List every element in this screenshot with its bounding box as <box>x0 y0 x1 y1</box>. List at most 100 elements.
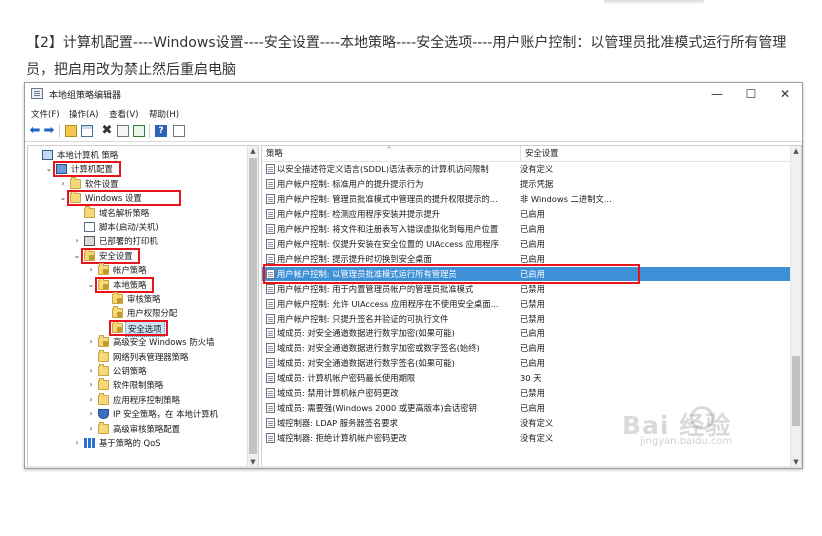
tree-node[interactable]: 脚本(启动/关机) <box>28 220 246 234</box>
tree-node[interactable]: › 已部署的打印机 <box>28 234 246 248</box>
tree-node[interactable]: 域名解析策略 <box>28 205 246 220</box>
tree-scrollbar[interactable]: ▲ ▼ <box>247 146 258 467</box>
policy-row[interactable]: 域成员: 对安全通道数据进行数字加密或数字签名(始终) 已启用 <box>262 341 791 355</box>
policy-setting: 已启用 <box>520 343 545 354</box>
tree-node[interactable]: › 高级审核策略配置 <box>28 421 246 436</box>
tree-node[interactable]: ⌄ 本地策略 <box>28 277 246 292</box>
chevron-right-icon[interactable]: › <box>87 378 95 392</box>
menu-help[interactable]: 帮助(H) <box>149 108 179 120</box>
back-icon[interactable]: ⬅ <box>29 124 41 137</box>
chevron-right-icon[interactable]: › <box>59 177 67 191</box>
policy-row[interactable]: 域控制器: 拒绝计算机帐户密码更改 没有定义 <box>262 431 791 445</box>
policy-row[interactable]: 用户帐户控制: 允许 UIAccess 应用程序在不使用安全桌面... 已禁用 <box>262 297 791 311</box>
tree-node[interactable]: › 软件限制策略 <box>28 378 246 392</box>
policy-row[interactable]: 用户帐户控制: 将文件和注册表写入错误虚拟化到每用户位置 已启用 <box>262 222 791 236</box>
export-icon[interactable] <box>133 125 145 137</box>
policy-row[interactable]: 域成员: 禁用计算机帐户密码更改 已禁用 <box>262 386 791 400</box>
policy-icon <box>266 253 275 264</box>
policy-row[interactable]: 用户帐户控制: 提示提升时切换到安全桌面 已启用 <box>262 252 791 266</box>
tree-node-label: 高级安全 Windows 防火墙 <box>113 337 215 348</box>
view-icon[interactable] <box>173 125 185 137</box>
policy-list-pane[interactable]: 策略 ^ 安全设置 以安全描述符定义语言(SDDL)语法表示的计算机访问限制 没有… <box>261 145 802 468</box>
policy-icon <box>266 418 275 429</box>
policy-name: 以安全描述符定义语言(SDDL)语法表示的计算机访问限制 <box>277 164 489 174</box>
policy-row[interactable]: 域成员: 需要强(Windows 2000 或更高版本)会话密钥 已启用 <box>262 401 791 415</box>
chevron-right-icon[interactable]: › <box>87 422 95 436</box>
scroll-up-icon[interactable]: ▲ <box>791 146 801 156</box>
policy-row[interactable]: 用户帐户控制: 只提升签名并验证的可执行文件 已禁用 <box>262 312 791 326</box>
policy-name: 域成员: 对安全通道数据进行数字加密或数字签名(始终) <box>277 343 480 354</box>
policy-row[interactable]: 以安全描述符定义语言(SDDL)语法表示的计算机访问限制 没有定义 <box>262 162 791 176</box>
minimize-button[interactable]: — <box>702 83 732 105</box>
scroll-up-icon[interactable]: ▲ <box>248 146 258 156</box>
column-policy[interactable]: 策略 <box>266 146 283 161</box>
up-folder-icon[interactable] <box>65 125 77 137</box>
forward-icon[interactable]: ➡ <box>43 124 55 137</box>
policy-row[interactable]: 用户帐户控制: 检测应用程序安装并提示提升 已启用 <box>262 207 791 221</box>
menu-action[interactable]: 操作(A) <box>69 108 98 120</box>
policy-icon <box>266 164 275 174</box>
policy-icon <box>266 223 275 234</box>
policy-row[interactable]: 用户帐户控制: 管理员批准模式中管理员的提升权限提示的... 非 Windows … <box>262 192 791 206</box>
tree-node[interactable]: ⌄ 计算机配置 <box>28 162 246 176</box>
chevron-down-icon[interactable]: ⌄ <box>59 191 67 205</box>
tree-node[interactable]: › 帐户策略 <box>28 263 246 277</box>
tree-node[interactable]: › 软件设置 <box>28 176 246 191</box>
policy-row[interactable]: 用户帐户控制: 用于内置管理员帐户的管理员批准模式 已禁用 <box>262 282 791 296</box>
tree-node[interactable]: 本地计算机 策略 <box>28 148 246 162</box>
policy-row[interactable]: 用户帐户控制: 以管理员批准模式运行所有管理员 已启用 <box>262 266 791 281</box>
menu-file[interactable]: 文件(F) <box>31 108 60 120</box>
scroll-thumb[interactable] <box>792 356 800 426</box>
tree-node[interactable]: 审核策略 <box>28 292 246 306</box>
delete-icon[interactable]: ✖ <box>101 124 113 137</box>
policy-icon <box>266 373 275 384</box>
policy-name: 用户帐户控制: 只提升签名并验证的可执行文件 <box>277 313 449 324</box>
tree-node[interactable]: › 基于策略的 QoS <box>28 436 246 450</box>
maximize-button[interactable]: ☐ <box>736 83 766 105</box>
lock-folder-icon <box>98 263 109 276</box>
chevron-right-icon[interactable]: › <box>73 234 81 248</box>
properties-icon[interactable] <box>117 125 129 137</box>
show-hide-tree-icon[interactable] <box>81 125 93 137</box>
tree-node[interactable]: › 应用程序控制策略 <box>28 392 246 407</box>
tree-node[interactable]: › 高级安全 Windows 防火墙 <box>28 335 246 349</box>
column-security-setting[interactable]: 安全设置 <box>520 146 559 161</box>
help-icon[interactable]: ? <box>155 125 167 137</box>
policy-icon <box>266 403 275 414</box>
tree-node[interactable]: 用户权限分配 <box>28 306 246 320</box>
policy-row[interactable]: 域成员: 计算机帐户密码最长使用期限 30 天 <box>262 371 791 385</box>
tree-node[interactable]: 网络列表管理器策略 <box>28 349 246 364</box>
chevron-right-icon[interactable]: › <box>87 335 95 349</box>
policy-setting: 已启用 <box>520 238 545 249</box>
chevron-right-icon[interactable]: › <box>87 263 95 277</box>
tree-node-label: IP 安全策略，在 本地计算机 <box>113 409 218 420</box>
scroll-thumb[interactable] <box>249 158 257 454</box>
policy-setting: 没有定义 <box>520 164 554 174</box>
policy-row[interactable]: 域控制器: LDAP 服务器签名要求 没有定义 <box>262 416 791 430</box>
policy-icon <box>266 208 275 219</box>
tree-node[interactable]: › IP 安全策略，在 本地计算机 <box>28 407 246 421</box>
tree-node[interactable]: › 公钥策略 <box>28 364 246 378</box>
tree-node[interactable]: 安全选项 <box>28 320 246 337</box>
chevron-down-icon[interactable]: ⌄ <box>87 278 95 292</box>
policy-row[interactable]: 用户帐户控制: 标准用户的提升提示行为 提示凭据 <box>262 177 791 191</box>
policy-row[interactable]: 用户帐户控制: 仅提升安装在安全位置的 UIAccess 应用程序 已启用 <box>262 237 791 251</box>
tree-node[interactable]: ⌄ Windows 设置 <box>28 191 246 205</box>
chevron-down-icon[interactable]: ⌄ <box>45 162 53 176</box>
chevron-right-icon[interactable]: › <box>73 436 81 450</box>
close-button[interactable]: ✕ <box>770 83 800 105</box>
policy-icon <box>266 238 275 249</box>
policy-icon <box>266 178 275 189</box>
tree-node[interactable]: ⌄ 安全设置 <box>28 248 246 263</box>
policy-row[interactable]: 域成员: 对安全通道数据进行数字加密(如果可能) 已启用 <box>262 326 791 340</box>
chevron-right-icon[interactable]: › <box>87 407 95 421</box>
list-scrollbar[interactable]: ▲ ▼ <box>790 146 801 467</box>
top-shadow <box>604 0 704 5</box>
chevron-down-icon[interactable]: ⌄ <box>73 249 81 263</box>
chevron-right-icon[interactable]: › <box>87 364 95 378</box>
chevron-right-icon[interactable]: › <box>87 393 95 407</box>
tree-pane[interactable]: 本地计算机 策略 ⌄ 计算机配置 › 软件设置 ⌄ Windows 设置 域名解析策略 脚本(启… <box>27 145 259 468</box>
policy-row[interactable]: 域成员: 对安全通道数据进行数字签名(如果可能) 已启用 <box>262 356 791 370</box>
menu-view[interactable]: 查看(V) <box>109 108 138 120</box>
tree-node-label: 帐户策略 <box>113 265 147 276</box>
